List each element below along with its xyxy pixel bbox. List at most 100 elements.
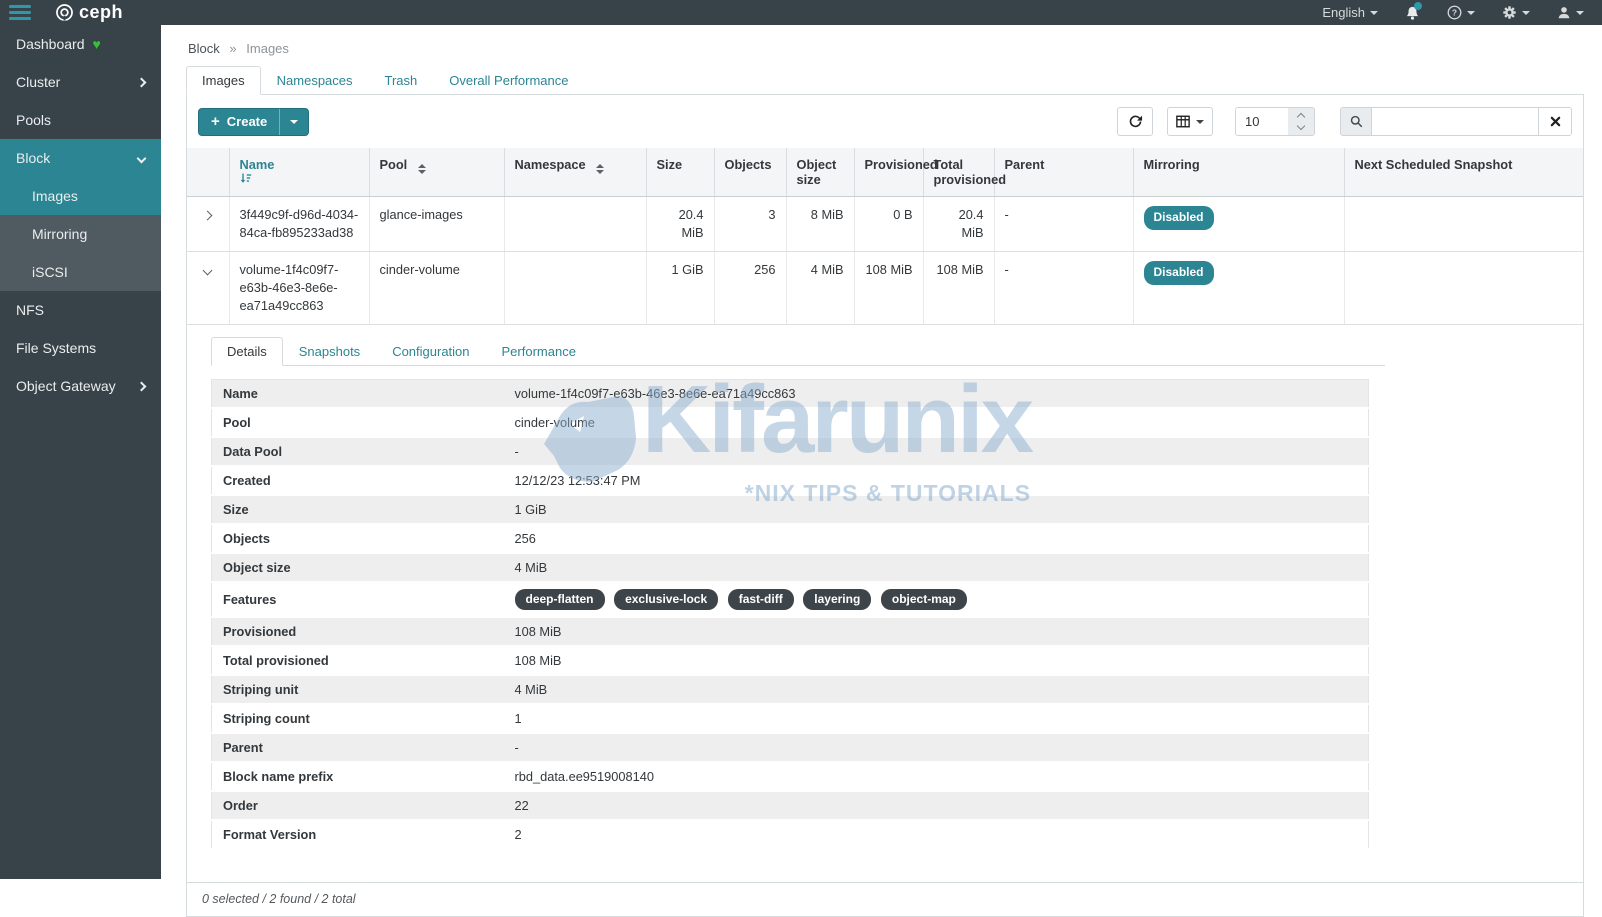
detail-label: Striping count [212, 704, 504, 733]
create-dropdown-toggle[interactable] [279, 109, 308, 135]
chevron-down-icon [137, 153, 147, 163]
column-header-pool[interactable]: Pool [369, 148, 504, 197]
cell-provisioned: 108 MiB [854, 251, 923, 324]
tab-configuration[interactable]: Configuration [376, 337, 485, 366]
column-header-name[interactable]: Name [229, 148, 369, 197]
caret-down-icon [1467, 11, 1475, 15]
tab-images[interactable]: Images [186, 66, 261, 95]
help-dropdown[interactable]: ? [1447, 5, 1475, 20]
column-header-parent[interactable]: Parent [994, 148, 1133, 197]
detail-label: Objects [212, 524, 504, 553]
detail-value: 1 GiB [504, 495, 1369, 524]
create-button[interactable]: + Create [199, 113, 279, 130]
sidebar-item-label: NFS [16, 302, 44, 318]
detail-row: Provisioned 108 MiB [212, 617, 1369, 646]
sidebar-item-label: Pools [16, 112, 51, 128]
clear-search-button[interactable] [1538, 108, 1571, 135]
sidebar-item-block[interactable]: Block [0, 139, 161, 177]
column-header-object-size[interactable]: Object size [786, 148, 854, 197]
tab-details[interactable]: Details [211, 337, 283, 366]
table-row[interactable]: 3f449c9f-d96d-4034-84ca-fb895233ad38 gla… [187, 197, 1583, 252]
settings-dropdown[interactable] [1502, 5, 1530, 20]
page-size-input[interactable] [1236, 108, 1288, 135]
sidebar-item-file-systems[interactable]: File Systems [0, 329, 161, 367]
cell-namespace [504, 251, 646, 324]
language-dropdown[interactable]: English [1322, 5, 1378, 20]
sidebar-item-nfs[interactable]: NFS [0, 291, 161, 329]
image-detail-panel: Details Snapshots Configuration Performa… [211, 337, 1385, 850]
column-label: Pool [380, 157, 408, 172]
detail-row: Object size 4 MiB [212, 553, 1369, 582]
column-header-objects[interactable]: Objects [714, 148, 786, 197]
sidebar-item-pools[interactable]: Pools [0, 101, 161, 139]
column-header-next-scheduled-snapshot[interactable]: Next Scheduled Snapshot [1344, 148, 1583, 197]
detail-value: 2 [504, 820, 1369, 849]
expand-row-icon[interactable] [203, 211, 213, 221]
notifications-button[interactable] [1405, 5, 1420, 21]
page-size-stepper[interactable] [1288, 108, 1314, 135]
sidebar-item-cluster[interactable]: Cluster [0, 63, 161, 101]
sidebar-item-iscsi[interactable]: iSCSI [0, 253, 161, 291]
sidebar-item-dashboard[interactable]: Dashboard ♥ [0, 25, 161, 63]
breadcrumb-separator: » [229, 41, 236, 56]
cell-provisioned: 0 B [854, 197, 923, 252]
chevron-right-icon [137, 77, 147, 87]
sidebar-item-mirroring[interactable]: Mirroring [0, 215, 161, 253]
collapse-row-icon[interactable] [203, 265, 213, 275]
search-icon [1341, 108, 1372, 135]
cell-object-size: 4 MiB [786, 251, 854, 324]
breadcrumb-current: Images [246, 41, 289, 56]
column-label: Size [657, 157, 683, 172]
create-button-label: Create [227, 114, 267, 129]
caret-down-icon [1370, 11, 1378, 15]
tab-trash[interactable]: Trash [369, 66, 434, 95]
table-row[interactable]: volume-1f4c09f7-e63b-46e3-8e6e-ea71a49cc… [187, 251, 1583, 324]
main-content: Block » Images Images Namespaces Trash O… [161, 25, 1602, 879]
tab-namespaces[interactable]: Namespaces [261, 66, 369, 95]
ceph-logo-icon [55, 3, 74, 22]
table-columns-icon [1176, 115, 1190, 128]
column-visibility-button[interactable] [1167, 107, 1213, 136]
tab-performance[interactable]: Performance [486, 337, 592, 366]
brand-text: ceph [79, 2, 123, 23]
hamburger-menu-icon[interactable] [9, 5, 31, 20]
user-dropdown[interactable] [1557, 5, 1584, 20]
sidebar-item-label: Dashboard [16, 36, 85, 52]
refresh-button[interactable] [1117, 107, 1153, 136]
column-header-provisioned[interactable]: Provisioned [854, 148, 923, 197]
detail-row-features: Features deep-flatten exclusive-lock fas… [212, 582, 1369, 617]
tab-snapshots[interactable]: Snapshots [283, 337, 376, 366]
search-input[interactable] [1372, 108, 1538, 135]
column-header-namespace[interactable]: Namespace [504, 148, 646, 197]
cell-objects: 3 [714, 197, 786, 252]
sidebar-item-label: Cluster [16, 74, 60, 90]
detail-value: 22 [504, 791, 1369, 820]
detail-value: 4 MiB [504, 675, 1369, 704]
detail-row: Data Pool - [212, 437, 1369, 466]
page-size-control [1235, 107, 1315, 136]
sidebar-item-object-gateway[interactable]: Object Gateway [0, 367, 161, 405]
cell-next-scheduled-snapshot [1344, 251, 1583, 324]
feature-pill: layering [803, 589, 871, 610]
breadcrumb-block-link[interactable]: Block [188, 41, 220, 56]
feature-pill: exclusive-lock [614, 589, 718, 610]
table-toolbar: + Create [187, 95, 1583, 148]
detail-row: Striping count 1 [212, 704, 1369, 733]
detail-row: Objects 256 [212, 524, 1369, 553]
detail-label: Name [212, 379, 504, 408]
detail-value: 108 MiB [504, 646, 1369, 675]
detail-value: 256 [504, 524, 1369, 553]
tab-overall-performance[interactable]: Overall Performance [433, 66, 584, 95]
mirroring-status-badge: Disabled [1144, 261, 1214, 285]
sort-icon [418, 164, 426, 174]
column-label: Mirroring [1144, 157, 1200, 172]
column-label: Next Scheduled Snapshot [1355, 157, 1513, 172]
column-header-total-provisioned[interactable]: Total provisioned [923, 148, 994, 197]
detail-value: - [504, 437, 1369, 466]
column-header-mirroring[interactable]: Mirroring [1133, 148, 1344, 197]
column-header-size[interactable]: Size [646, 148, 714, 197]
detail-tabs: Details Snapshots Configuration Performa… [211, 337, 1385, 366]
feature-pill: deep-flatten [515, 589, 605, 610]
detail-label: Size [212, 495, 504, 524]
sidebar-item-images[interactable]: Images [0, 177, 161, 215]
